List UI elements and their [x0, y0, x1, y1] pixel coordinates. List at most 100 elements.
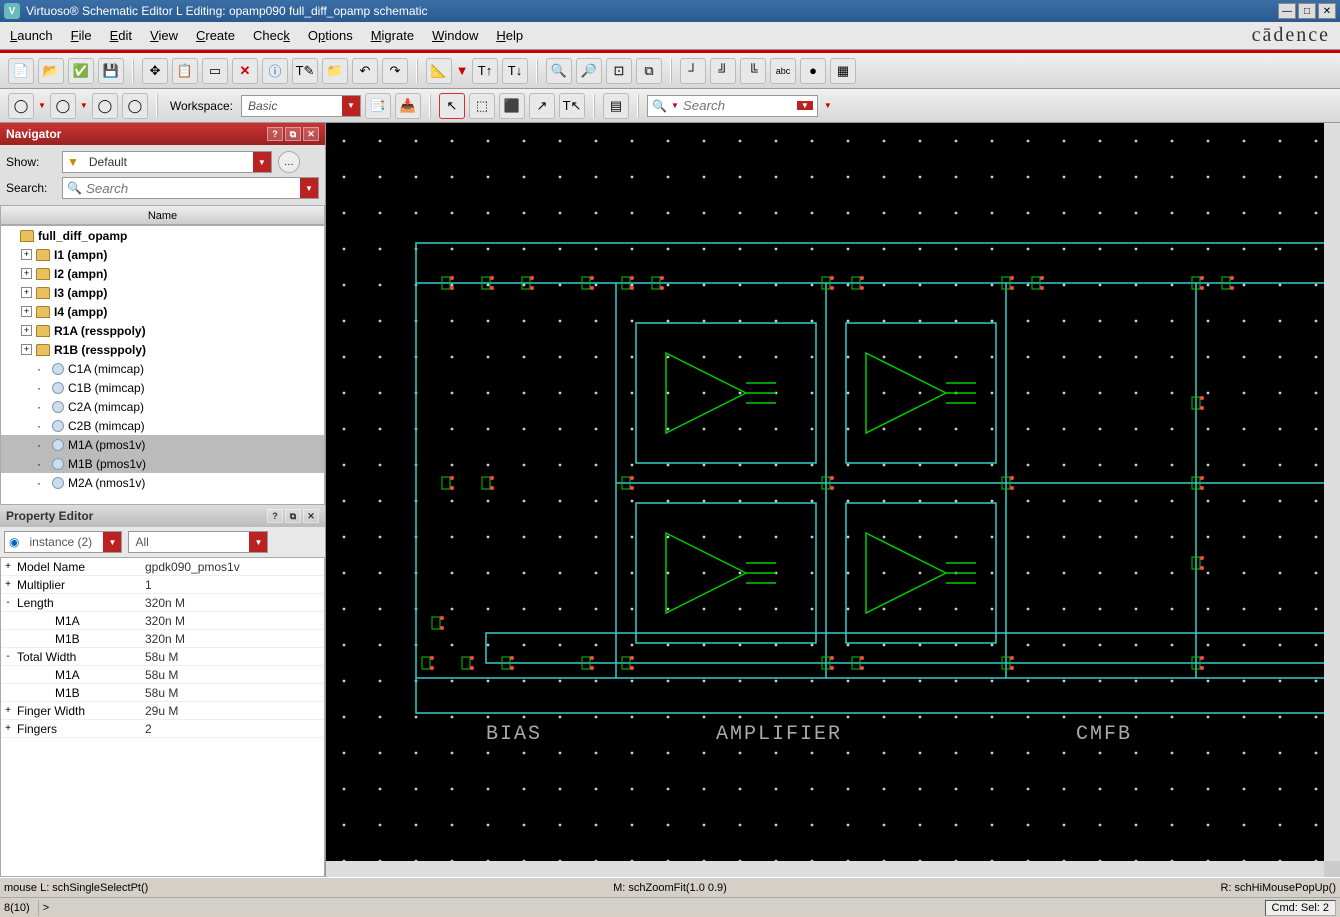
text-edit-button[interactable]: T✎: [292, 58, 318, 84]
tree-item[interactable]: ·C1A (mimcap): [1, 359, 324, 378]
stretch-button[interactable]: ▭: [202, 58, 228, 84]
tree-column-header[interactable]: Name: [0, 205, 325, 225]
close-button[interactable]: ✕: [1318, 3, 1336, 19]
zoom-fit-button[interactable]: ⊡: [606, 58, 632, 84]
paste-button[interactable]: 📁: [322, 58, 348, 84]
property-row[interactable]: +Model Namegpdk090_pmos1v: [1, 558, 324, 576]
tree-item[interactable]: ·M1A (pmos1v): [1, 435, 324, 454]
property-row[interactable]: +Multiplier1: [1, 576, 324, 594]
canvas-scrollbar-horizontal[interactable]: [326, 861, 1324, 877]
property-row[interactable]: +Fingers2: [1, 720, 324, 738]
search-box[interactable]: 🔍 ▼ ▼: [647, 95, 818, 117]
show-combo[interactable]: ▼ Default▼: [62, 151, 272, 173]
nav-fwd-button[interactable]: ◯: [50, 93, 76, 119]
wire-button[interactable]: ┘: [680, 58, 706, 84]
tree-item[interactable]: ·C1B (mimcap): [1, 378, 324, 397]
tree-item[interactable]: ·M1B (pmos1v): [1, 454, 324, 473]
property-row[interactable]: +Finger Width29u M: [1, 702, 324, 720]
menu-migrate[interactable]: Migrate: [371, 28, 414, 43]
zoom-in-button[interactable]: 🔍: [546, 58, 572, 84]
filter-button[interactable]: ▤: [603, 93, 629, 119]
move-button[interactable]: ✥: [142, 58, 168, 84]
menu-launch[interactable]: Launch: [10, 28, 53, 43]
search-input[interactable]: [683, 98, 793, 113]
tree-item[interactable]: +I4 (ampp): [1, 302, 324, 321]
delete-button[interactable]: ✕: [232, 58, 258, 84]
zoom-select-button[interactable]: ⧉: [636, 58, 662, 84]
tree-item[interactable]: +R1A (ressppoly): [1, 321, 324, 340]
maximize-button[interactable]: □: [1298, 3, 1316, 19]
menu-edit[interactable]: Edit: [110, 28, 132, 43]
ws-load-button[interactable]: 📥: [395, 93, 421, 119]
select-text-button[interactable]: T↖: [559, 93, 585, 119]
zoom-out-button[interactable]: 🔎: [576, 58, 602, 84]
menu-window[interactable]: Window: [432, 28, 478, 43]
nav-back-button[interactable]: ◯: [8, 93, 34, 119]
schematic-canvas[interactable]: BIAS AMPLIFIER CMFB: [326, 123, 1340, 877]
nav-search-combo[interactable]: 🔍 ▼: [62, 177, 319, 199]
text-down-button[interactable]: T↓: [502, 58, 528, 84]
new-button[interactable]: 📄: [8, 58, 34, 84]
info-button[interactable]: ⓘ: [262, 58, 288, 84]
check-save-button[interactable]: ✅: [68, 58, 94, 84]
show-options-button[interactable]: …: [278, 151, 300, 173]
propedit-close-button[interactable]: ✕: [303, 509, 319, 523]
select-add-button[interactable]: ↗: [529, 93, 555, 119]
propedit-undock-button[interactable]: ⧉: [285, 509, 301, 523]
workspace-combo[interactable]: Basic▼: [241, 95, 361, 117]
tree-item[interactable]: +I1 (ampn): [1, 245, 324, 264]
prop-filter2-combo[interactable]: All▼: [128, 531, 268, 553]
copy-button[interactable]: 📋: [172, 58, 198, 84]
tree-item[interactable]: ·C2B (mimcap): [1, 416, 324, 435]
propedit-help-button[interactable]: ?: [267, 509, 283, 523]
nav-up-button[interactable]: ◯: [92, 93, 118, 119]
property-row[interactable]: M1A58u M: [1, 666, 324, 684]
snap-button[interactable]: 📐: [426, 58, 452, 84]
save-button[interactable]: 💾: [98, 58, 124, 84]
property-row[interactable]: M1B320n M: [1, 630, 324, 648]
property-row[interactable]: -Length320n M: [1, 594, 324, 612]
menu-help[interactable]: Help: [496, 28, 523, 43]
open-button[interactable]: 📂: [38, 58, 64, 84]
navigator-undock-button[interactable]: ⧉: [285, 127, 301, 141]
redo-button[interactable]: ↷: [382, 58, 408, 84]
navigator-help-button[interactable]: ?: [267, 127, 283, 141]
tree-item[interactable]: ·C2A (mimcap): [1, 397, 324, 416]
navigator-tree[interactable]: full_diff_opamp+I1 (ampn)+I2 (ampn)+I3 (…: [0, 225, 325, 505]
pin-button[interactable]: ●: [800, 58, 826, 84]
wire-wide-button[interactable]: ╝: [710, 58, 736, 84]
ws-save-button[interactable]: 📑: [365, 93, 391, 119]
select-full-button[interactable]: ⬛: [499, 93, 525, 119]
undo-button[interactable]: ↶: [352, 58, 378, 84]
menu-file[interactable]: File: [71, 28, 92, 43]
prop-filter1-combo[interactable]: ◉ instance (2)▼: [4, 531, 122, 553]
menu-view[interactable]: View: [150, 28, 178, 43]
wire-name-button[interactable]: ╚: [740, 58, 766, 84]
instance-icon: [52, 477, 64, 489]
label-button[interactable]: abc: [770, 58, 796, 84]
tree-item[interactable]: full_diff_opamp: [1, 226, 324, 245]
brand-logo: cādence: [1252, 24, 1330, 47]
tree-item[interactable]: +I3 (ampp): [1, 283, 324, 302]
canvas-scrollbar-vertical[interactable]: [1324, 123, 1340, 861]
tree-item[interactable]: +R1B (ressppoly): [1, 340, 324, 359]
property-row[interactable]: M1A320n M: [1, 612, 324, 630]
menu-options[interactable]: Options: [308, 28, 353, 43]
tree-item[interactable]: +I2 (ampn): [1, 264, 324, 283]
dropdown-arrow-icon[interactable]: ▼: [456, 58, 468, 84]
nav-home-button[interactable]: ◯: [122, 93, 148, 119]
schematic-label-cmfb: CMFB: [1076, 723, 1132, 746]
select-mode-button[interactable]: ↖: [439, 93, 465, 119]
navigator-close-button[interactable]: ✕: [303, 127, 319, 141]
property-row[interactable]: M1B58u M: [1, 684, 324, 702]
nav-search-input[interactable]: [86, 181, 300, 196]
property-row[interactable]: -Total Width58u M: [1, 648, 324, 666]
minimize-button[interactable]: —: [1278, 3, 1296, 19]
instance-button[interactable]: ▦: [830, 58, 856, 84]
text-up-button[interactable]: T↑: [472, 58, 498, 84]
tree-item[interactable]: ·M2A (nmos1v): [1, 473, 324, 492]
property-editor-grid[interactable]: +Model Namegpdk090_pmos1v+Multiplier1-Le…: [0, 557, 325, 877]
select-partial-button[interactable]: ⬚: [469, 93, 495, 119]
menu-create[interactable]: Create: [196, 28, 235, 43]
menu-check[interactable]: Check: [253, 28, 290, 43]
